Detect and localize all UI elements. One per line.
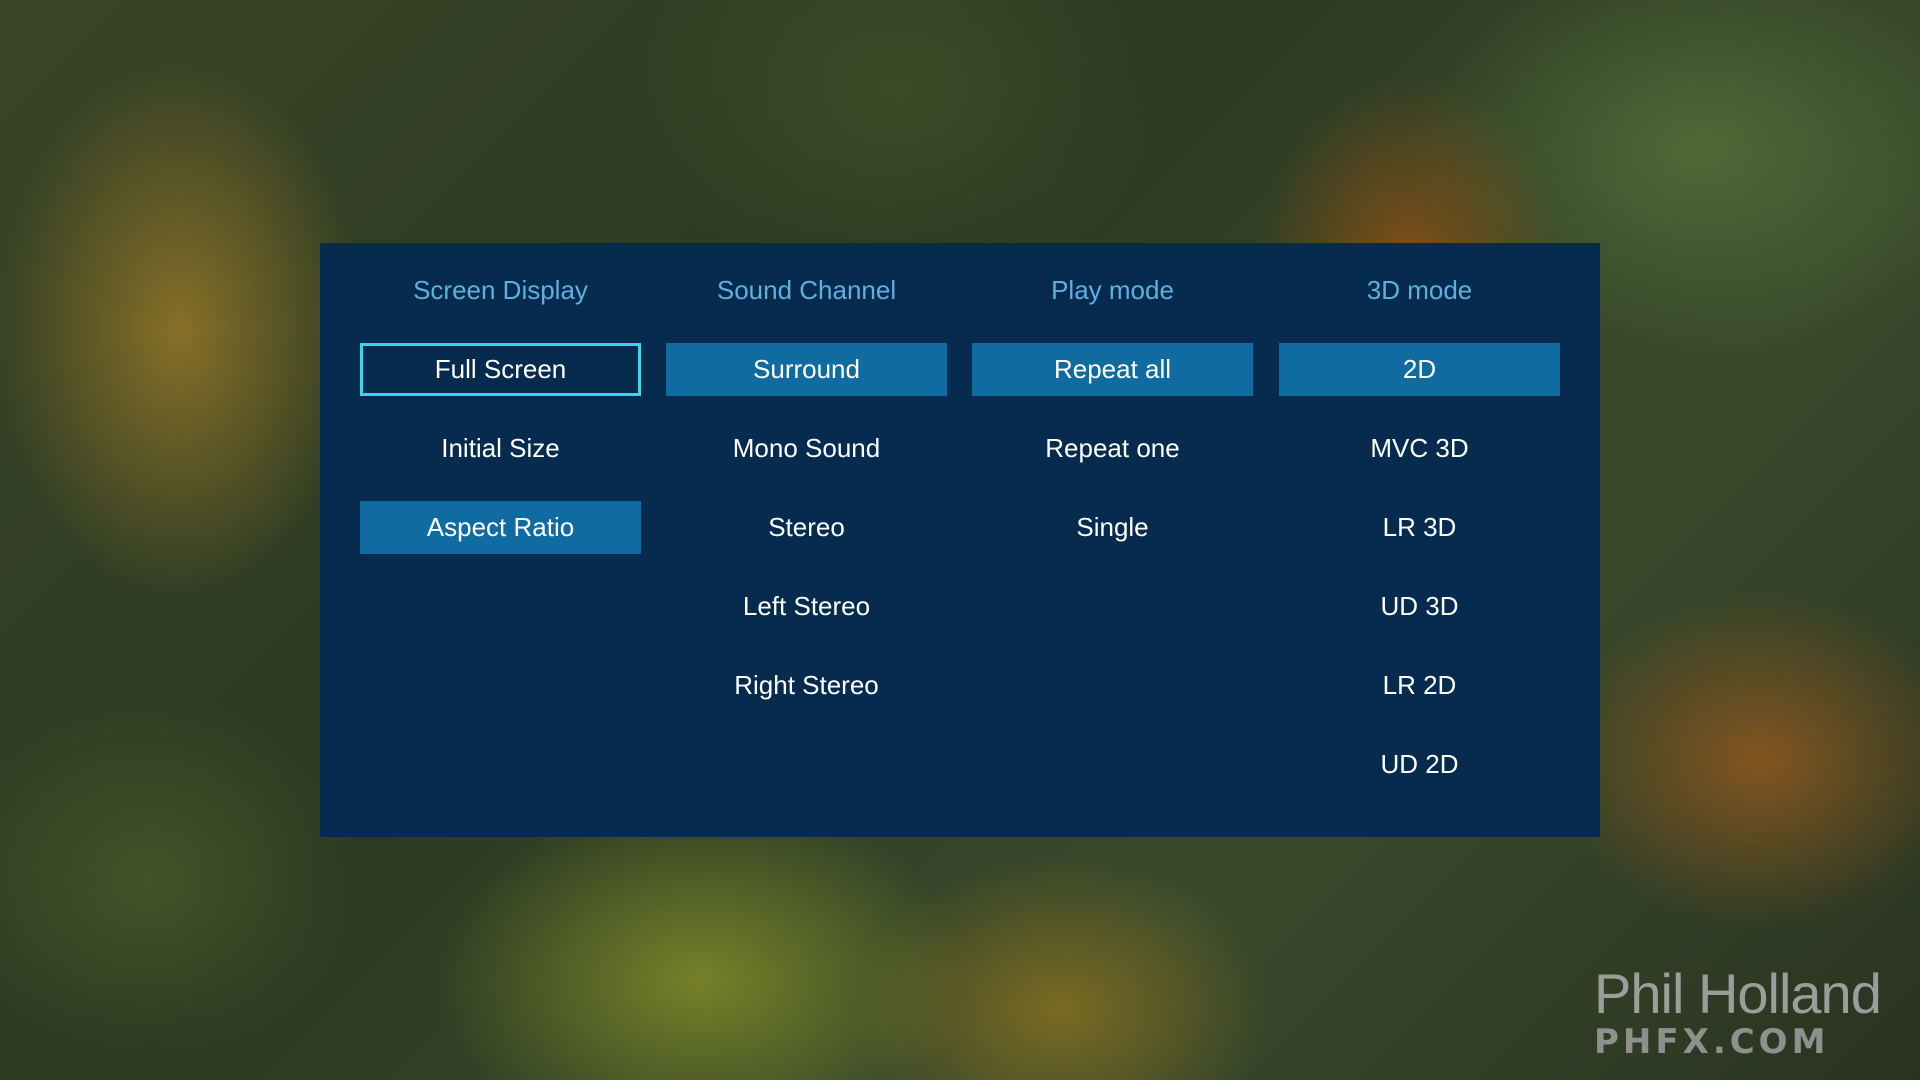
option-aspect-ratio[interactable]: Aspect Ratio: [360, 501, 641, 554]
column-3d-mode: 3D mode 2D MVC 3D LR 3D UD 3D LR 2D UD 2…: [1279, 243, 1560, 817]
option-ud-3d[interactable]: UD 3D: [1279, 580, 1560, 633]
option-left-stereo[interactable]: Left Stereo: [666, 580, 947, 633]
column-header-screen-display: Screen Display: [413, 275, 588, 305]
column-play-mode: Play mode Repeat all Repeat one Single: [972, 243, 1253, 580]
column-header-3d-mode: 3D mode: [1366, 275, 1473, 305]
column-header-sound-channel: Sound Channel: [716, 275, 897, 305]
option-full-screen[interactable]: Full Screen: [360, 343, 641, 396]
option-right-stereo[interactable]: Right Stereo: [666, 659, 947, 712]
option-initial-size[interactable]: Initial Size: [360, 422, 641, 475]
option-stereo[interactable]: Stereo: [666, 501, 947, 554]
option-single[interactable]: Single: [972, 501, 1253, 554]
column-header-play-mode: Play mode: [1051, 275, 1174, 305]
option-mono-sound[interactable]: Mono Sound: [666, 422, 947, 475]
option-2d[interactable]: 2D: [1279, 343, 1560, 396]
watermark-name: Phil Holland: [1594, 962, 1882, 1025]
option-lr-3d[interactable]: LR 3D: [1279, 501, 1560, 554]
watermark-site: PHFX.COM: [1594, 1022, 1830, 1062]
option-lr-2d[interactable]: LR 2D: [1279, 659, 1560, 712]
option-repeat-one[interactable]: Repeat one: [972, 422, 1253, 475]
option-surround[interactable]: Surround: [666, 343, 947, 396]
option-mvc-3d[interactable]: MVC 3D: [1279, 422, 1560, 475]
photographer-watermark: Phil Holland PHFX.COM: [1594, 962, 1904, 1062]
option-repeat-all[interactable]: Repeat all: [972, 343, 1253, 396]
settings-menu-panel: Screen Display Full Screen Initial Size …: [320, 243, 1600, 837]
column-sound-channel: Sound Channel Surround Mono Sound Stereo…: [666, 243, 947, 738]
video-player-screen: Screen Display Full Screen Initial Size …: [0, 0, 1920, 1080]
option-ud-2d[interactable]: UD 2D: [1279, 738, 1560, 791]
column-screen-display: Screen Display Full Screen Initial Size …: [360, 243, 641, 580]
